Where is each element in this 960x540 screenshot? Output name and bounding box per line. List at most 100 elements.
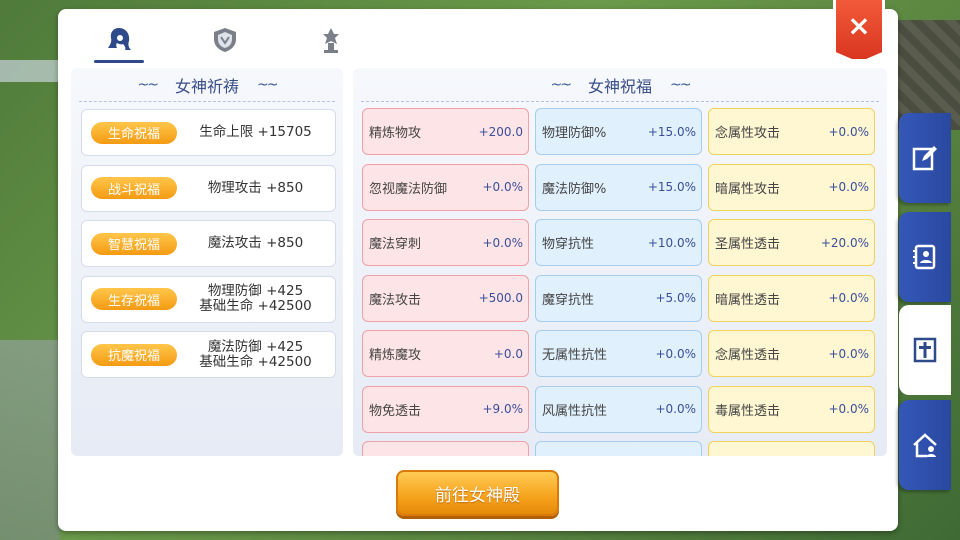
section-title-blessing: ~~ 女神祝福 ~~	[361, 68, 879, 102]
blessing-badge: 生存祝福	[91, 288, 177, 310]
tab-bar	[58, 9, 458, 67]
goddess-icon	[108, 28, 131, 50]
stat-value: +0.0%	[655, 346, 696, 361]
side-tab-contacts[interactable]	[899, 212, 951, 302]
blessing-row: 战斗祝福 物理攻击 +850	[81, 164, 336, 212]
cross-icon	[913, 337, 937, 363]
stat-column-blue: 物理防御% +15.0% 魔法防御% +15.0% 物穿抗性 +10.0% 魔穿抗性 +…	[535, 108, 702, 456]
close-icon: ×	[847, 9, 871, 42]
blessing-row: 智慧祝福 魔法攻击 +850	[81, 220, 336, 267]
stat-value: +500.0	[478, 291, 523, 305]
stat-label: 精炼魔攻	[369, 348, 422, 363]
stat-cell: 物免透击 +9.0%	[362, 385, 529, 433]
stat-label: 毒属性透击	[715, 403, 781, 419]
stat-cell-partial	[708, 441, 875, 456]
tab-goddess[interactable]	[90, 19, 148, 63]
home-user-icon	[913, 433, 937, 458]
edit-icon	[912, 146, 937, 171]
blessing-effect: 生命上限 +15705	[182, 125, 329, 140]
stat-cell-partial	[362, 441, 529, 456]
stat-value: +0.0%	[482, 235, 523, 250]
blessing-effect-line: 基础生命 +42500	[199, 298, 312, 314]
tab-totem[interactable]	[302, 19, 360, 61]
stat-label: 物理防御%	[542, 126, 607, 141]
blessing-row: 抗魔祝福 魔法防御 +425 基础生命 +42500	[81, 331, 336, 378]
stat-value: +0.0%	[828, 402, 869, 416]
blessing-effect: 魔法攻击 +850	[182, 236, 329, 251]
stat-value: +15.0%	[647, 124, 696, 139]
contacts-icon	[913, 244, 936, 270]
stat-value: +0.0	[493, 346, 523, 361]
blessing-effect-line: 物理防御 +425	[207, 283, 304, 299]
prayer-title: 女神祈祷	[174, 76, 239, 96]
stat-label: 魔法穿刺	[369, 237, 422, 252]
blessing-row: 生命祝福 生命上限 +15705	[81, 109, 336, 156]
stat-cell: 魔法防御% +15.0%	[535, 163, 702, 211]
stat-cell: 精炼物攻 +200.0	[362, 108, 529, 155]
stat-column-yellow: 念属性攻击 +0.0% 暗属性攻击 +0.0% 圣属性透击 +20.0% 暗属性透击 +…	[708, 108, 875, 456]
blessing-effect-line: 基础生命 +42500	[199, 353, 312, 370]
stat-label: 念属性攻击	[715, 126, 781, 141]
wave-ornament-icon: ~~	[257, 76, 279, 93]
stat-label: 魔法防御%	[542, 181, 607, 197]
stat-cell: 毒属性透击 +0.0%	[708, 385, 875, 433]
tab-shield[interactable]	[196, 19, 254, 61]
wave-ornament-icon: ~~	[670, 76, 692, 93]
stat-cell: 物穿抗性 +10.0%	[535, 219, 702, 266]
stat-value: +0.0%	[828, 180, 869, 194]
blessing-badge: 战斗祝福	[91, 177, 177, 199]
stat-cell: 忽视魔法防御 +0.0%	[362, 163, 529, 211]
blessing-list: 生命祝福 生命上限 +15705 战斗祝福 物理攻击 +850 智慧祝福 魔法攻…	[81, 109, 336, 387]
blessing-effect: 物理防御 +425 基础生命 +42500	[182, 284, 329, 314]
close-button[interactable]: ×	[833, 0, 885, 62]
stat-cell: 魔法攻击 +500.0	[362, 274, 529, 322]
stat-value: +10.0%	[647, 235, 696, 250]
stat-cell: 无属性抗性 +0.0%	[535, 330, 702, 377]
side-tab-home[interactable]	[899, 400, 951, 490]
shield-icon	[214, 28, 236, 52]
blessing-effect-line: 物理攻击 +850	[207, 179, 304, 196]
stat-cell: 念属性攻击 +0.0%	[708, 108, 875, 155]
blessing-effect-line: 生命上限 +15705	[199, 124, 312, 140]
side-tab-goddess[interactable]	[899, 305, 951, 395]
wave-ornament-icon: ~~	[550, 76, 573, 93]
stat-label: 圣属性透击	[715, 237, 781, 252]
blessing-effect-line: 魔法防御 +425	[207, 338, 304, 355]
stat-label: 无属性抗性	[542, 348, 608, 363]
stat-cell: 暗属性透击 +0.0%	[708, 274, 875, 322]
stat-value: +0.0%	[828, 346, 869, 361]
background-stone	[0, 60, 60, 82]
totem-icon	[323, 28, 339, 53]
stat-cell: 魔穿抗性 +5.0%	[535, 274, 702, 322]
blessing-row: 生存祝福 物理防御 +425 基础生命 +42500	[81, 275, 336, 323]
blessing-badge: 抗魔祝福	[91, 343, 177, 366]
background-path	[0, 340, 60, 540]
blessing-badge: 生命祝福	[91, 121, 177, 144]
stat-value: +9.0%	[482, 402, 523, 416]
stat-cell: 暗属性攻击 +0.0%	[708, 163, 875, 211]
stat-value: +0.0%	[828, 291, 869, 305]
stat-value: +5.0%	[655, 291, 696, 305]
wave-ornament-icon: ~~	[137, 76, 160, 93]
stat-cell-partial	[535, 441, 702, 456]
blessing-effect: 物理攻击 +850	[182, 179, 329, 196]
stat-value: +15.0%	[647, 180, 696, 194]
stat-cell: 风属性抗性 +0.0%	[535, 385, 702, 433]
stat-label: 魔穿抗性	[542, 292, 595, 308]
stat-label: 精炼物攻	[369, 126, 422, 141]
stat-value: +200.0	[478, 124, 523, 139]
stat-cell: 魔法穿刺 +0.0%	[362, 219, 529, 266]
blessing-effect: 魔法防御 +425 基础生命 +42500	[182, 338, 329, 370]
stat-value: +0.0%	[482, 180, 523, 194]
goddess-blessing-section[interactable]: ~~ 女神祝福 ~~ 精炼物攻 +200.0 忽视魔法防御 +0.0% 魔法穿刺 +0…	[353, 68, 887, 456]
stat-label: 暗属性透击	[715, 292, 781, 308]
stat-label: 暗属性攻击	[715, 181, 781, 197]
section-title-prayer: ~~ 女神祈祷 ~~	[79, 68, 335, 102]
side-tab-edit[interactable]	[899, 113, 951, 203]
blessing-effect-line: 魔法攻击 +850	[207, 235, 304, 251]
goddess-prayer-section: ~~ 女神祈祷 ~~ 生命祝福 生命上限 +15705 战斗祝福 物理攻击 +8…	[71, 68, 343, 456]
go-to-temple-button[interactable]: 前往女神殿	[396, 470, 559, 516]
stat-label: 忽视魔法防御	[369, 181, 448, 197]
stat-cell: 念属性透击 +0.0%	[708, 330, 875, 377]
stat-value: +20.0%	[820, 235, 869, 250]
